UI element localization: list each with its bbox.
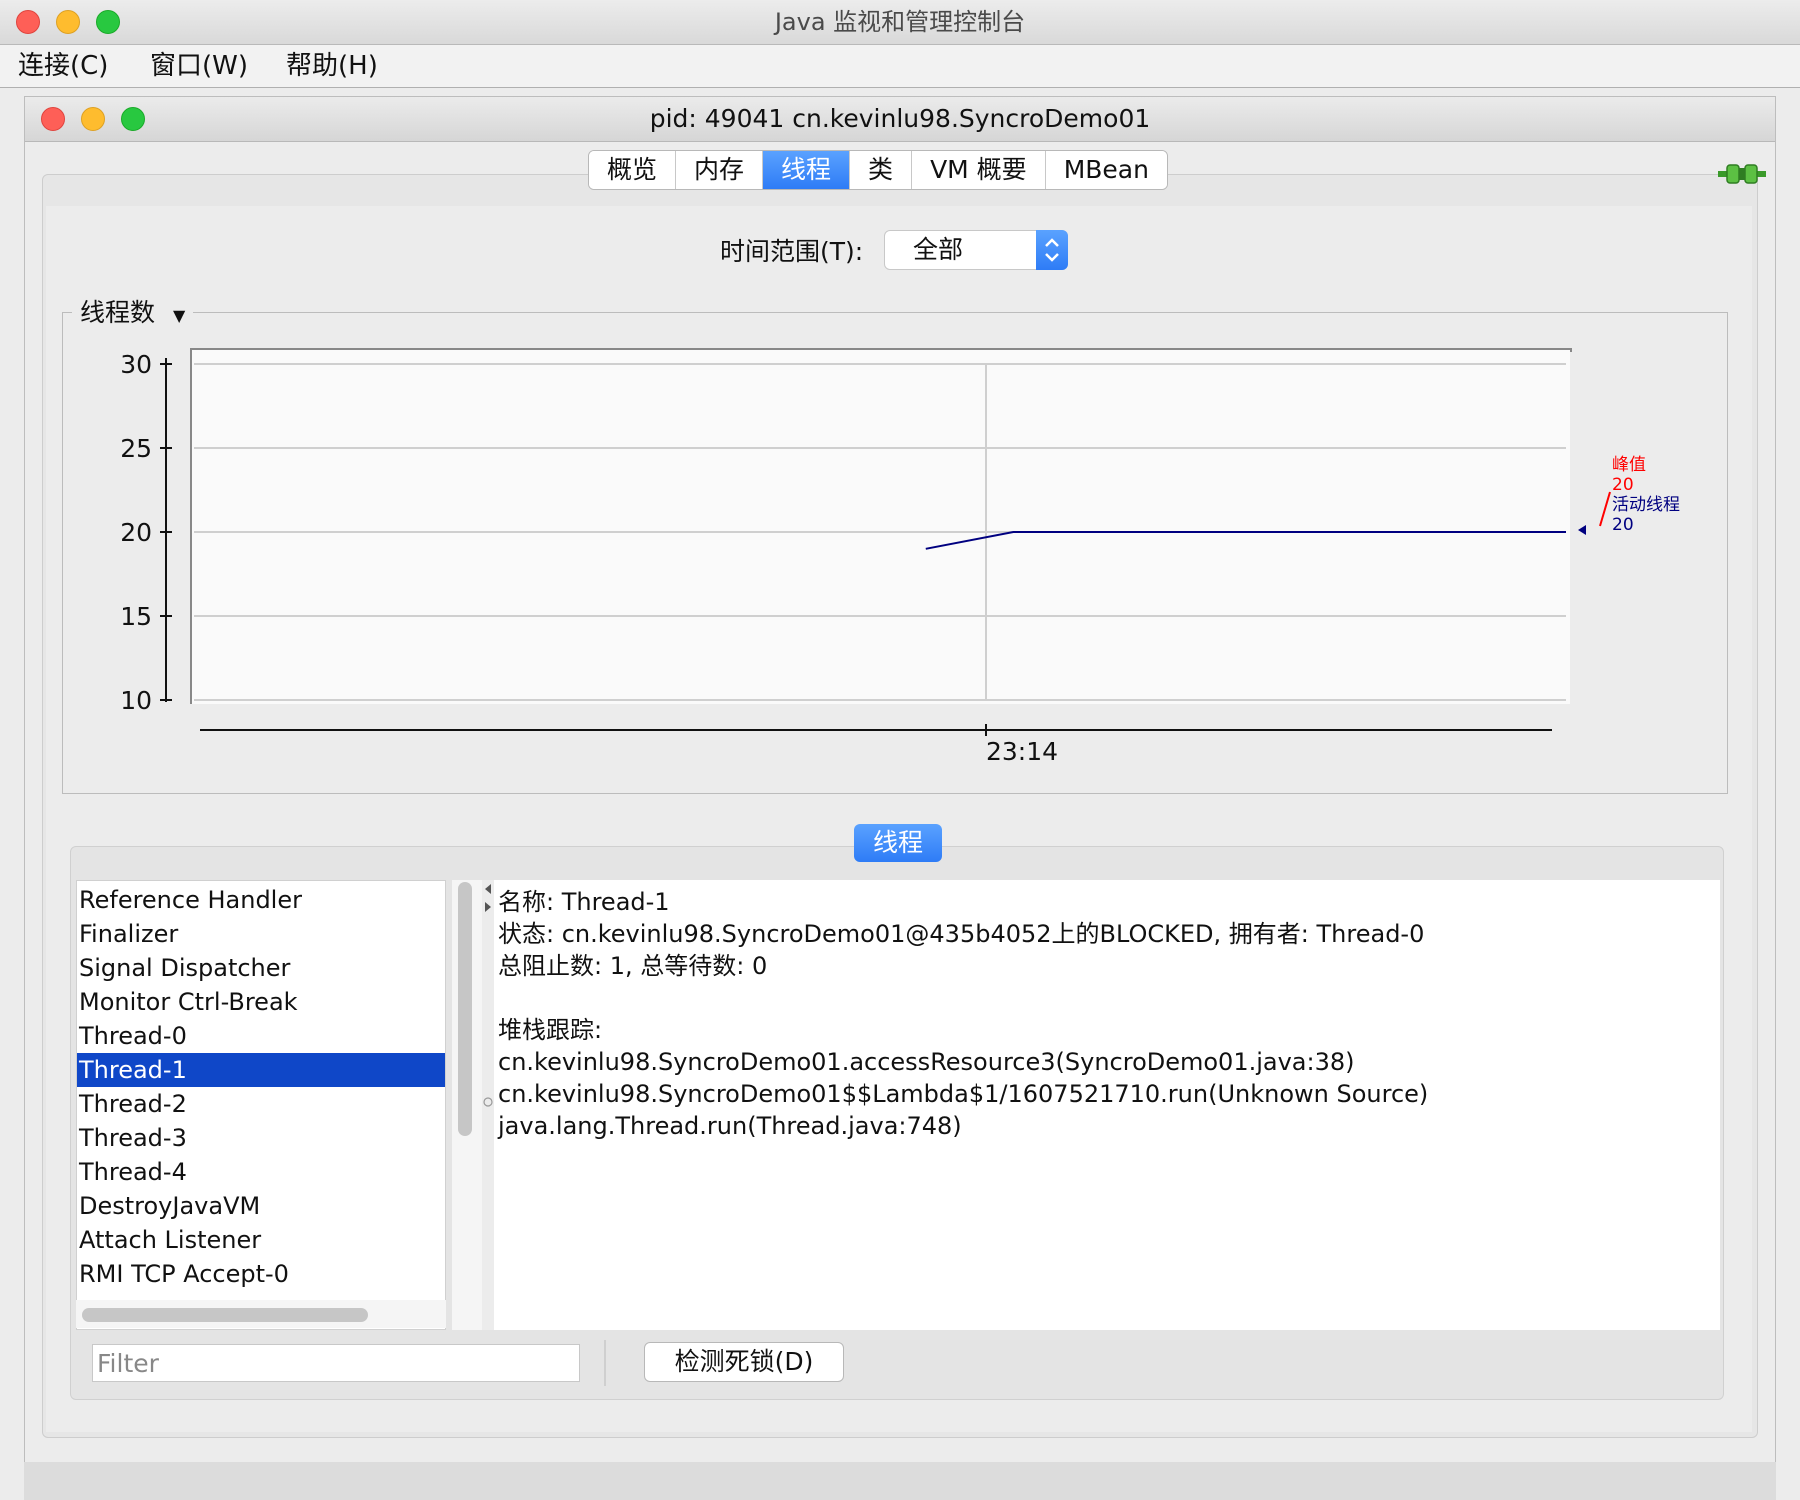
thread-list-item[interactable]: Thread-2 [77,1087,445,1121]
menu-bar: 连接(C) 窗口(W) 帮助(H) [0,45,1800,88]
thread-filter-input[interactable] [92,1344,580,1382]
menu-connection[interactable]: 连接(C) [18,45,108,87]
time-range-value: 全部 [913,235,964,264]
chart-panel-title[interactable]: 线程数 ▼ [72,296,194,333]
thread-list-item[interactable]: Monitor Ctrl-Break [77,985,445,1019]
tab-vm-summary[interactable]: VM 概要 [912,151,1046,189]
thread-list-item[interactable]: Attach Listener [77,1223,445,1257]
thread-count-chart: 3025201510 23:14 峰值20活动线程20 [120,348,1680,766]
tab-memory[interactable]: 内存 [676,151,764,189]
legend-value: 20 [1612,475,1634,495]
thread-list[interactable]: Reference Handler Finalizer Signal Dispatc… [76,880,446,1330]
y-tick-label: 10 [120,686,152,715]
y-tick-label: 30 [120,350,152,379]
status-bar [24,1462,1776,1500]
detail-line: 堆栈跟踪: [498,1016,603,1044]
detail-line: java.lang.Thread.run(Thread.java:748) [498,1112,962,1140]
x-tick-label: 23:14 [986,737,1058,766]
legend-marker-live [1578,525,1586,535]
thread-list-hscrollbar[interactable] [76,1300,446,1328]
menu-window[interactable]: 窗口(W) [150,45,248,87]
thread-list-vscroll-thumb[interactable] [458,882,472,1136]
tab-classes[interactable]: 类 [850,151,913,189]
thread-list-item[interactable]: Reference Handler [77,883,445,917]
detail-line: 状态: cn.kevinlu98.SyncroDemo01@435b4052上的… [498,920,1425,948]
y-tick-label: 15 [120,602,152,631]
time-range-label: 时间范围(T): [720,237,864,266]
chevron-updown-icon [1045,238,1059,262]
split-arrows-icon [483,884,493,1107]
thread-list-item[interactable]: Thread-0 [77,1019,445,1053]
legend-label: 峰值 [1612,455,1646,475]
window-titlebar: Java 监视和管理控制台 [0,0,1800,45]
thread-list-item[interactable]: DestroyJavaVM [77,1189,445,1223]
thread-list-item[interactable]: RMI TCP Accept-0 [77,1257,445,1291]
legend-marker-peak [1599,491,1611,527]
time-range-stepper[interactable] [1036,230,1068,270]
thread-list-hscroll-thumb[interactable] [82,1308,368,1322]
thread-list-item[interactable]: Thread-1 [77,1053,445,1087]
plot-area [192,350,1570,704]
detail-line: 总阻止数: 1, 总等待数: 0 [498,952,768,980]
connection-title: pid: 49041 cn.kevinlu98.SyncroDemo01 [649,104,1151,133]
detail-line: 名称: Thread-1 [498,888,670,916]
detail-line: cn.kevinlu98.SyncroDemo01.accessResource… [498,1048,1355,1076]
chart-title: 线程数 [80,298,156,327]
tab-threads[interactable]: 线程 [763,151,851,189]
thread-detail-pane: 名称: Thread-1 状态: cn.kevinlu98.SyncroDemo0… [494,880,1720,1330]
detail-line: cn.kevinlu98.SyncroDemo01$$Lambda$1/1607… [498,1080,1429,1108]
connection-titlebar: pid: 49041 cn.kevinlu98.SyncroDemo01 [25,97,1775,142]
thread-list-item[interactable]: Thread-3 [77,1121,445,1155]
time-range-select[interactable]: 全部 [884,230,1068,270]
tab-overview[interactable]: 概览 [589,151,677,189]
thread-list-vscrollbar[interactable] [452,880,482,1330]
thread-list-item[interactable]: Finalizer [77,917,445,951]
menu-help[interactable]: 帮助(H) [286,45,378,87]
legend-value: 20 [1612,515,1634,535]
legend-label: 活动线程 [1612,495,1680,515]
threads-section-header: 线程 [854,824,942,862]
window-title: Java 监视和管理控制台 [774,8,1026,36]
tab-mbean[interactable]: MBean [1045,151,1167,189]
split-pane-divider[interactable] [482,880,494,1330]
chevron-down-icon: ▼ [172,306,186,325]
y-tick-label: 20 [120,518,152,547]
main-tabs: 概览 内存 线程 类 VM 概要 MBean [588,150,1168,190]
toolbar-separator [604,1340,606,1386]
y-tick-label: 25 [120,434,152,463]
connection-status-icon [1718,164,1766,184]
detect-deadlock-button[interactable]: 检测死锁(D) [644,1342,844,1382]
thread-list-item[interactable]: Signal Dispatcher [77,951,445,985]
thread-list-item[interactable]: Thread-4 [77,1155,445,1189]
